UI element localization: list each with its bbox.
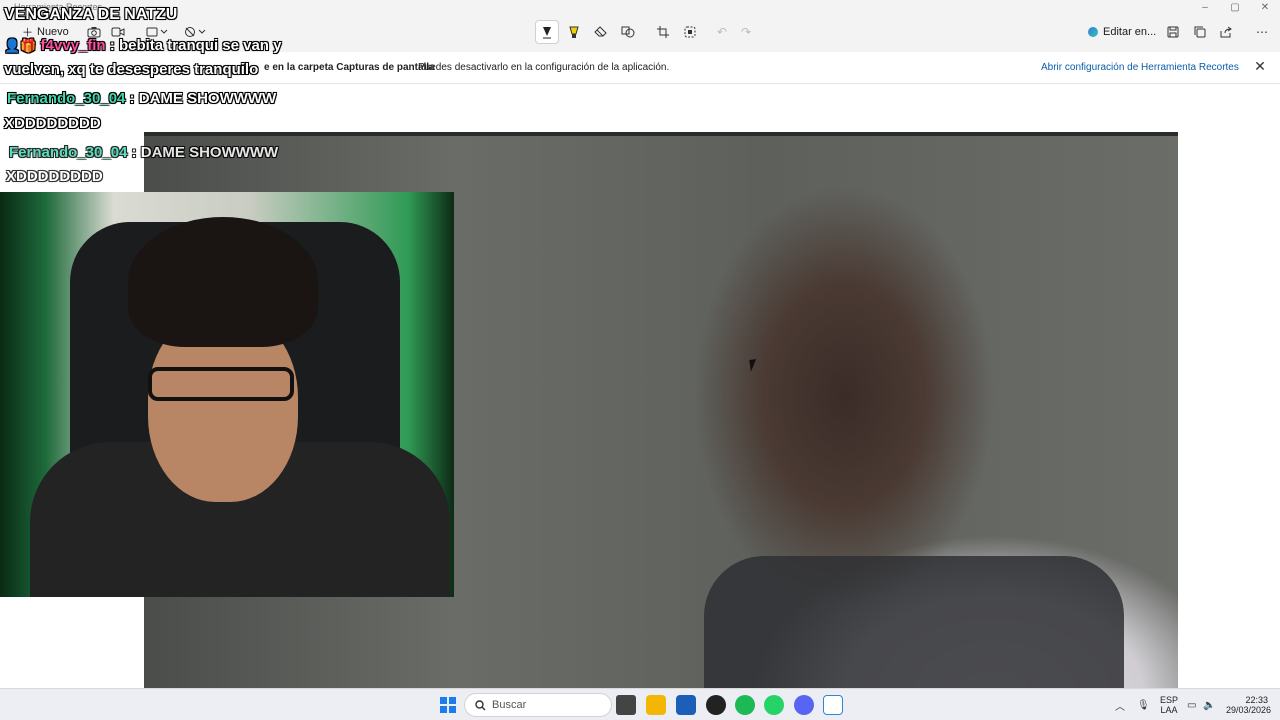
- microphone-icon[interactable]: 🎙: [1137, 689, 1150, 720]
- language-code: ESP: [1160, 695, 1179, 705]
- minimize-button[interactable]: –: [1190, 0, 1220, 16]
- chat-line-6: XDDDDDDDD: [6, 168, 103, 185]
- chat-message: DAME SHOWWWW: [138, 90, 277, 107]
- chat-message: XDDDDDDDD: [4, 115, 101, 132]
- chat-line-2: vuelven, xq te desesperes tranquilo: [4, 61, 258, 78]
- shapes-icon[interactable]: [616, 20, 640, 44]
- close-notification-icon[interactable]: ✕: [1252, 58, 1268, 76]
- eraser-icon[interactable]: [589, 20, 613, 44]
- chat-separator: :: [127, 144, 141, 161]
- search-icon: [475, 699, 486, 710]
- paint-app-icon: [1088, 27, 1098, 37]
- chat-username: f4vvy_fin: [40, 37, 106, 54]
- search-placeholder: Buscar: [492, 699, 527, 711]
- input-language[interactable]: ESP LAA: [1160, 695, 1178, 715]
- chat-username: Fernando_30_04: [9, 144, 128, 161]
- redo-icon[interactable]: ↷: [734, 20, 758, 44]
- pen-tool-button[interactable]: [535, 20, 559, 44]
- text-actions-icon[interactable]: [678, 20, 702, 44]
- chat-line-1: 👤🎁 f4vvy_fin : bebita tranqui se van y: [4, 37, 281, 54]
- file-explorer-icon[interactable]: [646, 695, 666, 715]
- chat-line-4: XDDDDDDDD: [4, 115, 101, 132]
- save-icon[interactable]: [1161, 20, 1185, 44]
- volume-icon[interactable]: 🔈: [1203, 689, 1215, 720]
- windows-start-icon[interactable]: [440, 697, 456, 713]
- chat-separator: :: [105, 37, 119, 54]
- microsoft-store-icon[interactable]: [676, 695, 696, 715]
- chat-line-3: Fernando_30_04 : DAME SHOWWWW: [7, 90, 276, 107]
- chat-separator: :: [125, 90, 139, 107]
- spotify-icon[interactable]: [735, 695, 755, 715]
- webcam-overlay: [0, 192, 454, 597]
- system-clock[interactable]: 22:33 29/03/2026: [1226, 695, 1272, 715]
- chat-line-5: Fernando_30_04 : DAME SHOWWWW: [9, 144, 278, 161]
- title-bar: Herramienta Recortes – ▢ ✕: [0, 0, 1280, 16]
- obs-icon[interactable]: [706, 695, 726, 715]
- chat-username: Fernando_30_04: [7, 90, 126, 107]
- more-options-icon[interactable]: ⋯: [1250, 20, 1274, 44]
- taskbar-search[interactable]: Buscar: [464, 693, 612, 717]
- streamer-glasses: [148, 367, 294, 401]
- whatsapp-icon[interactable]: [764, 695, 784, 715]
- edit-in-label: Editar en...: [1103, 26, 1157, 38]
- crop-icon[interactable]: [651, 20, 675, 44]
- mouse-cursor-icon: [749, 358, 765, 372]
- chat-message: bebita tranqui se van y: [118, 37, 282, 54]
- highlighter-icon[interactable]: [562, 20, 586, 44]
- edit-in-button[interactable]: Editar en...: [1088, 20, 1156, 44]
- share-icon[interactable]: [1214, 20, 1238, 44]
- keyboard-layout: LAA: [1160, 705, 1178, 715]
- chat-badge-icon: 👤🎁: [4, 38, 37, 53]
- task-view-icon[interactable]: [616, 695, 636, 715]
- notification-message: Puedes desactivarlo en la configuración …: [418, 62, 670, 73]
- chat-message: XDDDDDDDD: [6, 168, 103, 185]
- open-settings-link[interactable]: Abrir configuración de Herramienta Recor…: [1041, 62, 1239, 73]
- close-window-button[interactable]: ✕: [1250, 0, 1280, 16]
- stream-title: VENGANZA DE NATZU: [4, 6, 178, 23]
- network-icon[interactable]: ▭: [1187, 689, 1196, 720]
- clock-time: 22:33: [1245, 695, 1268, 705]
- windows-taskbar: Buscar ︿ 🎙 ESP LAA ▭ 🔈 22:33 29/03/2026: [0, 688, 1280, 720]
- snipping-tool-icon[interactable]: [823, 695, 843, 715]
- streamer-hair: [128, 217, 318, 347]
- chat-message: vuelven, xq te desesperes tranquilo: [4, 61, 259, 78]
- undo-icon[interactable]: ↶: [710, 20, 734, 44]
- show-hidden-icons-chevron[interactable]: ︿: [1115, 689, 1125, 720]
- clock-date: 29/03/2026: [1226, 705, 1272, 715]
- window-controls: – ▢ ✕: [1190, 0, 1280, 16]
- discord-icon[interactable]: [794, 695, 814, 715]
- chat-message: DAME SHOWWWW: [140, 144, 279, 161]
- maximize-button[interactable]: ▢: [1220, 0, 1250, 16]
- notification-message-bold: e en la carpeta Capturas de pantalla: [264, 62, 435, 73]
- copy-icon[interactable]: [1188, 20, 1212, 44]
